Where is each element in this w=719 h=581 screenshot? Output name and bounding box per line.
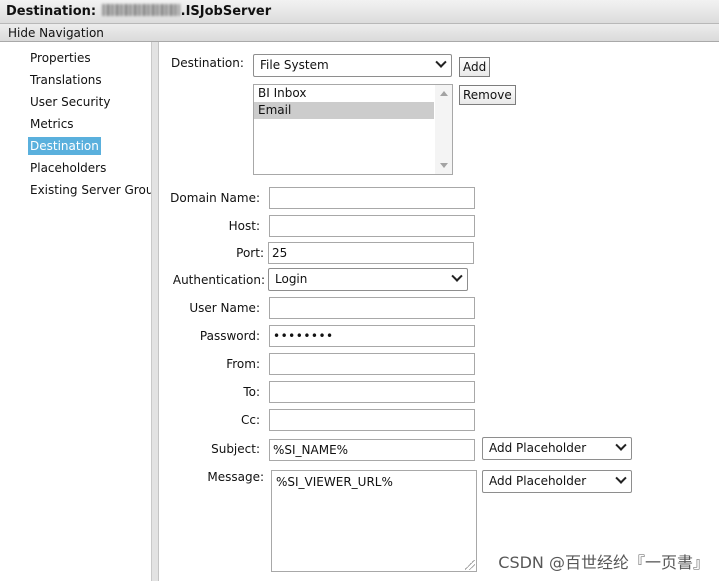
sidebar-item-placeholders[interactable]: Placeholders — [28, 159, 108, 177]
password-label: Password: — [199, 329, 260, 343]
message-add-placeholder-value: Add Placeholder — [489, 474, 587, 488]
listbox-scrollbar[interactable] — [435, 85, 452, 174]
chevron-down-icon — [615, 439, 627, 451]
authentication-select[interactable]: Login — [268, 268, 468, 291]
title-suffix: .ISJobServer — [180, 4, 272, 19]
destination-form: Destination: File System Add Remove BI I… — [160, 42, 719, 581]
list-item[interactable]: BI Inbox — [254, 85, 434, 102]
remove-destination-button[interactable]: Remove — [459, 85, 516, 105]
host-field[interactable] — [269, 215, 475, 237]
password-field[interactable]: •••••••• — [269, 325, 475, 347]
title-prefix: Destination: — [6, 4, 97, 19]
port-field[interactable]: 25 — [268, 242, 474, 264]
chevron-down-icon — [615, 472, 627, 484]
sidebar-item-translations[interactable]: Translations — [28, 71, 104, 89]
host-label: Host: — [228, 219, 260, 233]
from-field[interactable] — [269, 353, 475, 375]
sidebar-item-metrics[interactable]: Metrics — [28, 115, 76, 133]
cc-field[interactable] — [269, 409, 475, 431]
destination-select[interactable]: File System — [253, 54, 452, 77]
redacted-server-name — [101, 4, 180, 16]
domain-name-field[interactable] — [269, 187, 475, 209]
cc-label: Cc: — [240, 413, 260, 427]
authentication-label: Authentication: — [172, 273, 265, 287]
port-label: Port: — [236, 246, 264, 260]
sidebar-item-properties[interactable]: Properties — [28, 49, 93, 67]
scroll-down-icon[interactable] — [440, 163, 448, 168]
watermark: CSDN @百世经纶『一页書』 — [498, 553, 709, 572]
user-name-field[interactable] — [269, 297, 475, 319]
sidebar: Properties Translations User Security Me… — [0, 42, 152, 581]
add-destination-button[interactable]: Add — [459, 57, 491, 77]
destination-listbox[interactable]: BI Inbox Email — [253, 84, 453, 175]
to-label: To: — [243, 385, 260, 399]
destination-label: Destination: — [171, 56, 244, 70]
resize-grip-icon[interactable] — [465, 560, 475, 570]
sidebar-item-destination[interactable]: Destination — [28, 137, 101, 155]
message-label: Message: — [207, 470, 264, 484]
sidebar-item-existing-server-group[interactable]: Existing Server Group — [28, 181, 151, 199]
to-field[interactable] — [269, 381, 475, 403]
pane-splitter[interactable] — [152, 42, 159, 581]
authentication-select-value: Login — [275, 272, 308, 286]
sidebar-item-user-security[interactable]: User Security — [28, 93, 112, 111]
domain-name-label: Domain Name: — [170, 191, 260, 205]
hide-navigation-link[interactable]: Hide Navigation — [0, 24, 719, 42]
user-name-label: User Name: — [189, 301, 260, 315]
list-item-selected[interactable]: Email — [254, 102, 434, 119]
subject-add-placeholder-value: Add Placeholder — [489, 441, 587, 455]
from-label: From: — [226, 357, 260, 371]
message-textarea-value: %SI_VIEWER_URL% — [276, 475, 393, 489]
chevron-down-icon — [451, 270, 463, 282]
destination-select-value: File System — [260, 58, 329, 72]
message-add-placeholder-select[interactable]: Add Placeholder — [482, 470, 632, 493]
window-title: Destination: .ISJobServer — [0, 0, 719, 24]
subject-field[interactable]: %SI_NAME% — [269, 439, 475, 461]
subject-add-placeholder-select[interactable]: Add Placeholder — [482, 437, 632, 460]
message-textarea[interactable]: %SI_VIEWER_URL% — [271, 470, 477, 572]
subject-label: Subject: — [211, 442, 260, 456]
scroll-up-icon[interactable] — [440, 91, 448, 96]
chevron-down-icon — [435, 56, 447, 68]
